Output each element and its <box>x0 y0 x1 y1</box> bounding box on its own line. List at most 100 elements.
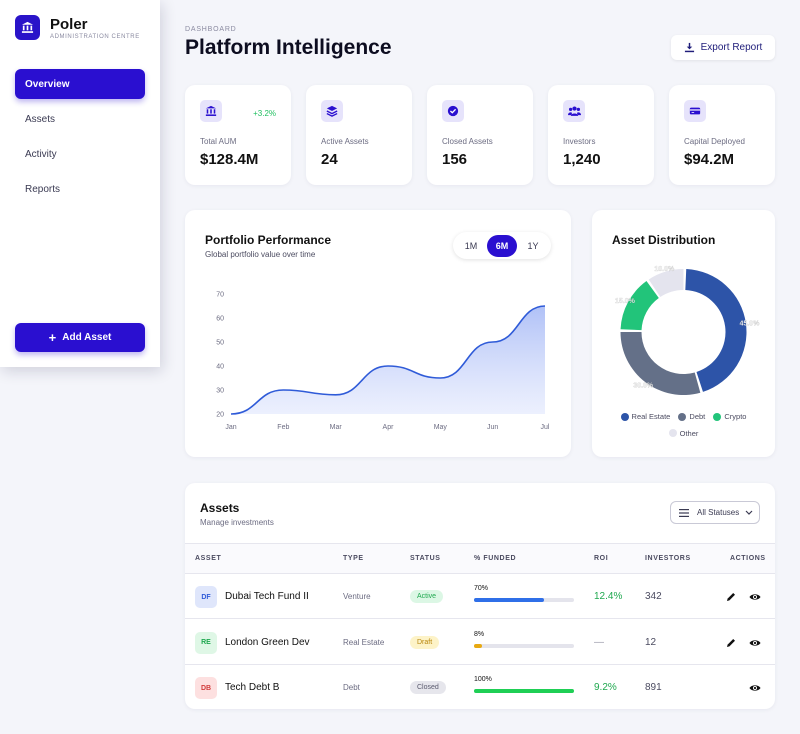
funded-percent: 8% <box>474 630 485 638</box>
view-icon[interactable] <box>749 637 761 649</box>
view-icon[interactable] <box>749 682 761 694</box>
page-title: Platform Intelligence <box>185 36 392 59</box>
sidebar-item-assets[interactable]: Assets <box>15 104 145 134</box>
donut-slice <box>620 281 659 331</box>
stat-label: Investors <box>563 137 596 146</box>
y-tick-label: 60 <box>216 316 224 323</box>
edit-icon[interactable] <box>725 591 737 603</box>
bank-icon <box>200 100 222 122</box>
funded-progress-fill <box>474 598 544 602</box>
x-tick-label: Jan <box>225 424 236 431</box>
column-header: ACTIONS <box>730 555 766 562</box>
y-tick-label: 70 <box>216 292 224 299</box>
table-row[interactable]: DF Dubai Tech Fund II Venture Active 70%… <box>185 574 775 619</box>
status-badge: Active <box>410 590 444 603</box>
slice-label: 30.0% <box>633 382 654 389</box>
y-tick-label: 40 <box>216 364 224 371</box>
stat-card-investors: Investors 1,240 <box>548 85 654 185</box>
asset-name: Tech Debt B <box>225 682 280 693</box>
stat-change: +3.2% <box>253 109 276 118</box>
range-1y-button[interactable]: 1Y <box>518 235 548 257</box>
stat-label: Active Assets <box>321 137 369 146</box>
legend-item: Debt <box>678 409 705 424</box>
stat-card-closed-assets: Closed Assets 156 <box>427 85 533 185</box>
legend-label: Other <box>679 428 699 438</box>
funded-progress-fill <box>474 689 574 693</box>
stat-label: Closed Assets <box>442 137 493 146</box>
status-filter-value: All Statuses <box>697 508 740 517</box>
sidebar-item-label: Assets <box>25 113 56 125</box>
asset-initials-badge: DF <box>195 586 217 608</box>
legend-dot <box>620 412 629 421</box>
sidebar-nav: Overview Assets Activity Reports <box>15 69 145 209</box>
table-row[interactable]: DB Tech Debt B Debt Closed 100% 9.2% 891 <box>185 665 775 710</box>
sidebar-item-overview[interactable]: Overview <box>15 69 145 99</box>
panel-subtitle: Manage investments <box>200 518 274 527</box>
export-report-label: Export Report <box>700 42 763 53</box>
legend-item: Real Estate <box>620 409 670 424</box>
column-header: INVESTORS <box>645 555 691 562</box>
chevron-down-icon <box>745 510 753 515</box>
legend-dot <box>713 412 722 421</box>
status-filter-select[interactable]: All Statuses <box>670 501 760 524</box>
view-icon[interactable] <box>749 591 761 603</box>
stat-value: 24 <box>321 151 338 168</box>
legend-label: Crypto <box>724 412 747 421</box>
sidebar-item-activity[interactable]: Activity <box>15 139 145 169</box>
asset-type: Debt <box>343 683 360 692</box>
table-row[interactable]: RE London Green Dev Real Estate Draft 8%… <box>185 620 775 665</box>
stat-card-active-assets: Active Assets 24 <box>306 85 412 185</box>
investors-count: 342 <box>645 591 662 602</box>
slice-label: 15.0% <box>615 298 636 305</box>
check-badge-icon <box>442 100 464 122</box>
brand: Poler ADMINISTRATION CENTRE <box>15 15 140 40</box>
series-area <box>231 306 545 414</box>
table-header: ASSET TYPE STATUS % FUNDED ROI INVESTORS… <box>185 543 775 574</box>
portfolio-performance-panel: 20 30 40 50 60 70 Jan Feb Mar Apr May Jun Jul Portfo… <box>185 210 571 457</box>
panel-subtitle: Global portfolio value over time <box>205 250 316 259</box>
roi-value: — <box>594 636 604 648</box>
investors-count: 12 <box>645 636 657 648</box>
stat-value: $128.4M <box>200 151 259 168</box>
asset-initials-badge: RE <box>195 631 217 654</box>
users-icon <box>563 100 585 122</box>
download-icon <box>684 42 694 53</box>
panel-title: Assets <box>200 501 240 515</box>
stat-label: Total AUM <box>200 137 237 146</box>
x-tick-label: Jun <box>487 424 498 431</box>
y-tick-label: 30 <box>216 388 224 395</box>
x-tick-label: Feb <box>277 424 289 431</box>
asset-distribution-chart: 45.0% 30.0% 15.0% 10.0% <box>615 266 760 395</box>
roi-value: 9.2% <box>594 682 617 693</box>
sidebar-item-reports[interactable]: Reports <box>15 174 145 204</box>
panel-title: Portfolio Performance <box>205 233 332 247</box>
asset-name: London Green Dev <box>225 636 310 648</box>
range-1m-button[interactable]: 1M <box>456 235 486 257</box>
slice-label: 45.0% <box>739 321 760 328</box>
funded-progress-bar <box>474 689 574 693</box>
stat-card-capital-deployed: Capital Deployed $94.2M <box>669 85 775 185</box>
stat-value: $94.2M <box>684 151 735 168</box>
funded-percent: 100% <box>474 676 492 683</box>
status-badge: Closed <box>410 681 446 694</box>
column-header: TYPE <box>343 555 364 562</box>
sidebar-item-label: Overview <box>25 78 70 90</box>
assets-panel: Assets Manage investments All Statuses A… <box>185 483 775 709</box>
stat-value: 156 <box>442 151 468 168</box>
investors-count: 891 <box>645 682 662 693</box>
legend-item: Crypto <box>713 409 746 424</box>
asset-initials-badge: DB <box>195 677 217 699</box>
roi-value: 12.4% <box>594 591 623 602</box>
edit-icon[interactable] <box>725 637 737 649</box>
bank-icon <box>15 15 40 40</box>
export-report-button[interactable]: Export Report <box>671 35 775 60</box>
x-tick-label: Mar <box>330 424 343 431</box>
add-asset-button[interactable]: + Add Asset <box>15 323 145 352</box>
slice-label: 10.0% <box>654 266 675 273</box>
column-header: ASSET <box>195 555 222 562</box>
range-6m-button[interactable]: 6M <box>487 234 517 257</box>
plus-icon: + <box>48 330 57 345</box>
column-header: ROI <box>594 555 609 562</box>
y-tick-label: 50 <box>216 340 224 347</box>
legend-dot <box>668 429 677 437</box>
